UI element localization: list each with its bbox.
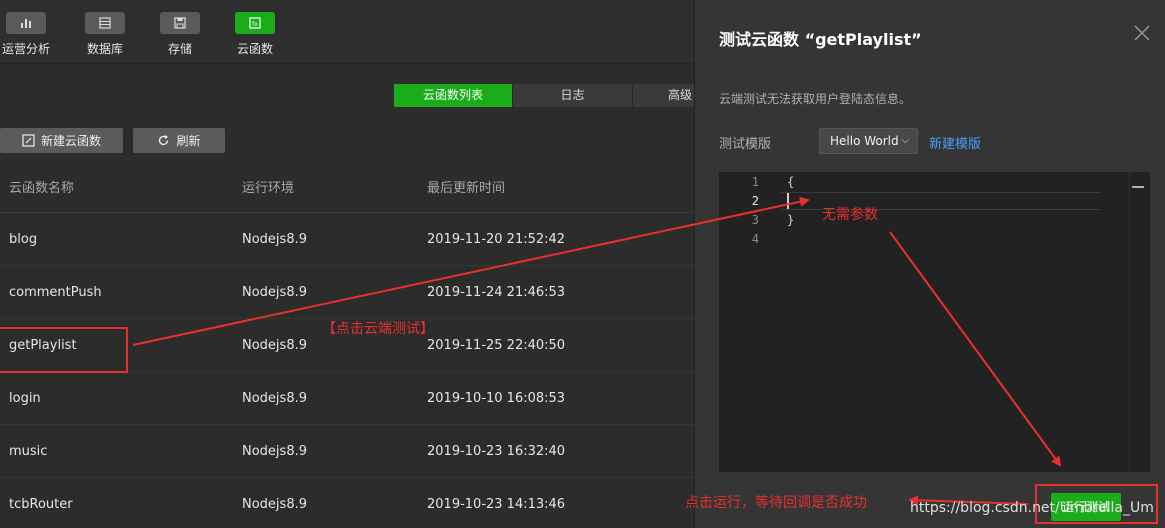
text-cursor bbox=[787, 193, 789, 209]
editor-scrollbar[interactable] bbox=[1132, 186, 1144, 188]
header-runtime: 运行环境 bbox=[242, 181, 295, 196]
line-number: 2 bbox=[751, 194, 759, 208]
toolbar-label: 数据库 bbox=[86, 42, 123, 56]
storage-icon bbox=[160, 12, 200, 34]
table-row[interactable]: music Nodejs8.9 2019-10-23 16:32:40 bbox=[0, 425, 694, 478]
function-updated: 2019-11-24 21:46:53 bbox=[427, 285, 566, 300]
tab-logs[interactable]: 日志 bbox=[513, 84, 633, 107]
toolbar-item-analytics[interactable]: 运营分析 bbox=[0, 12, 56, 57]
toolbar-item-storage[interactable]: 存储 bbox=[150, 12, 210, 57]
header-updated: 最后更新时间 bbox=[427, 181, 506, 196]
toolbar-label: 存储 bbox=[167, 42, 192, 56]
tab-function-list[interactable]: 云函数列表 bbox=[394, 84, 513, 107]
cloud-test-hint: 云端测试无法获取用户登陆态信息。 bbox=[719, 92, 912, 106]
chart-icon bbox=[6, 12, 46, 34]
annotation-box-getplaylist bbox=[0, 327, 128, 373]
function-updated: 2019-10-23 14:13:46 bbox=[427, 497, 566, 512]
function-updated: 2019-10-23 16:32:40 bbox=[427, 444, 566, 459]
svg-text:fx: fx bbox=[252, 21, 258, 28]
toolbar-label: 运营分析 bbox=[1, 42, 50, 56]
table-row[interactable]: tcbRouter Nodejs8.9 2019-10-23 14:13:46 bbox=[0, 478, 694, 528]
toolbar-item-database[interactable]: 数据库 bbox=[75, 12, 135, 57]
watermark: https://blog.csdn.net/Umbrella_Um bbox=[910, 500, 1154, 516]
test-function-panel: 测试云函数 “getPlaylist” 云端测试无法获取用户登陆态信息。 测试模… bbox=[694, 0, 1165, 528]
refresh-icon bbox=[159, 135, 169, 146]
new-function-label: 新建云函数 bbox=[40, 134, 101, 148]
editor-ruler bbox=[1129, 172, 1130, 472]
annotation-click-cloud-test: 【点击云端测试】 bbox=[322, 321, 434, 337]
function-updated: 2019-11-20 21:52:42 bbox=[427, 232, 566, 247]
function-name: commentPush bbox=[9, 285, 102, 300]
tab-advanced[interactable]: 高级 bbox=[633, 84, 695, 107]
toolbar-label: 云函数 bbox=[236, 42, 273, 56]
table-row[interactable]: commentPush Nodejs8.9 2019-11-24 21:46:5… bbox=[0, 266, 694, 319]
new-function-button[interactable]: 新建云函数 bbox=[0, 128, 123, 153]
table-row[interactable]: login Nodejs8.9 2019-10-10 16:08:53 bbox=[0, 372, 694, 425]
function-updated: 2019-11-25 22:40:50 bbox=[427, 338, 566, 353]
refresh-button[interactable]: 刷新 bbox=[133, 128, 225, 153]
function-updated: 2019-10-10 16:08:53 bbox=[427, 391, 566, 406]
table-row[interactable]: blog Nodejs8.9 2019-11-20 21:52:42 bbox=[0, 213, 694, 266]
header-name: 云函数名称 bbox=[9, 181, 75, 196]
function-runtime: Nodejs8.9 bbox=[242, 391, 307, 406]
function-runtime: Nodejs8.9 bbox=[242, 232, 307, 247]
database-icon bbox=[85, 12, 125, 34]
refresh-label: 刷新 bbox=[176, 134, 201, 148]
panel-title: 测试云函数 “getPlaylist” bbox=[719, 30, 922, 49]
function-name: music bbox=[9, 444, 48, 459]
line-number: 3 bbox=[751, 213, 759, 227]
function-runtime: Nodejs8.9 bbox=[242, 285, 307, 300]
code-line: { bbox=[787, 175, 795, 189]
function-name: tcbRouter bbox=[9, 497, 73, 512]
function-runtime: Nodejs8.9 bbox=[242, 497, 307, 512]
function-runtime: Nodejs8.9 bbox=[242, 338, 307, 353]
template-value: Hello World bbox=[830, 134, 899, 148]
function-tabs: 云函数列表 日志 高级 bbox=[394, 84, 695, 107]
function-icon: fx bbox=[235, 12, 275, 34]
table-header: 云函数名称 运行环境 最后更新时间 bbox=[0, 165, 694, 213]
code-line: } bbox=[787, 213, 795, 227]
line-gutter: 1 2 3 4 bbox=[719, 172, 767, 472]
new-template-link[interactable]: 新建模版 bbox=[929, 133, 981, 152]
line-number: 1 bbox=[751, 175, 759, 189]
template-label: 测试模版 bbox=[719, 137, 772, 152]
toolbar-item-cloud-function[interactable]: fx 云函数 bbox=[225, 12, 285, 57]
line-number: 4 bbox=[751, 232, 759, 246]
close-icon[interactable] bbox=[1131, 22, 1153, 44]
function-name: blog bbox=[9, 232, 38, 247]
code-editor[interactable]: 1 2 3 4 { } bbox=[719, 172, 1150, 472]
annotation-run-hint: 点击运行，等待回调是否成功 bbox=[685, 495, 867, 511]
template-select[interactable]: Hello World ⌵ bbox=[819, 128, 918, 154]
annotation-no-params: 无需参数 bbox=[822, 207, 878, 223]
function-name: login bbox=[9, 391, 41, 406]
function-runtime: Nodejs8.9 bbox=[242, 444, 307, 459]
chevron-down-icon: ⌵ bbox=[901, 135, 909, 146]
edit-icon bbox=[22, 134, 35, 147]
